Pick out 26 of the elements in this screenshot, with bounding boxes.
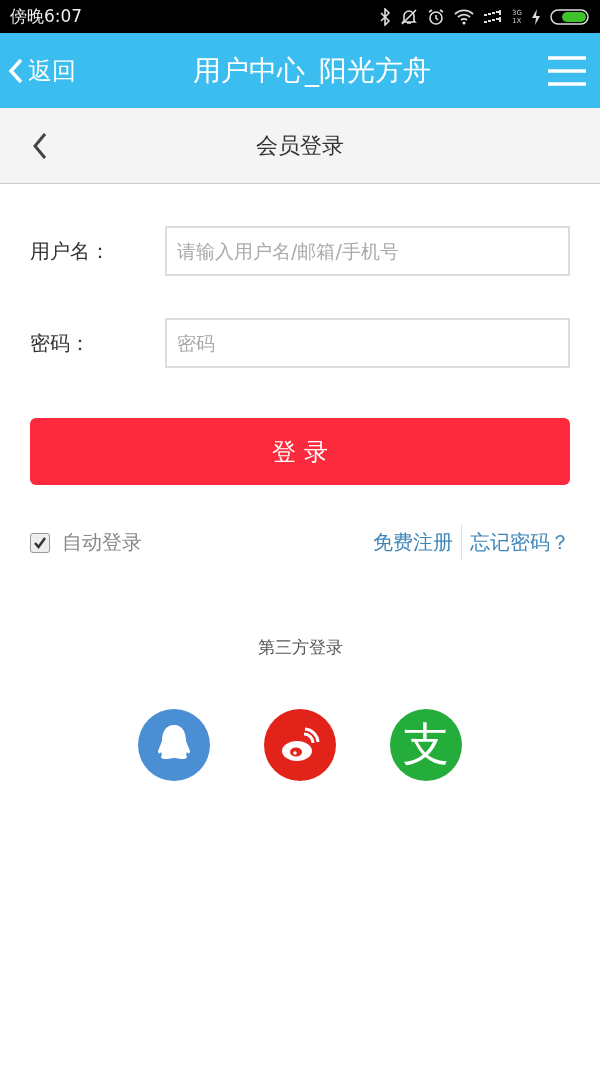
signal-icon: [483, 8, 504, 25]
back-icon[interactable]: [32, 131, 48, 160]
field-label: 密码：: [30, 329, 91, 357]
section-title: 第三方登录: [256, 636, 344, 659]
wifi-icon: [454, 8, 475, 25]
checkbox[interactable]: [30, 532, 50, 553]
input-field[interactable]: 密码: [165, 318, 570, 368]
checkbox-label: 自动登录: [62, 529, 142, 556]
page-title: 会员登录: [255, 131, 345, 160]
field-label: 用户名：: [30, 237, 111, 265]
charging-icon: [531, 8, 541, 25]
chevron-icon: [8, 56, 24, 85]
link[interactable]: 忘记密码？: [461, 525, 570, 560]
penguin-icon[interactable]: [138, 709, 210, 781]
alipay-button[interactable]: 支: [390, 709, 462, 781]
login-button[interactable]: 登 录: [30, 418, 570, 485]
back-button[interactable]: 返回: [8, 54, 76, 87]
status-time: 傍晚6:07: [10, 5, 83, 28]
eye-swirl-icon[interactable]: [264, 709, 336, 781]
muted-bell-icon: [400, 7, 419, 26]
battery-icon: [550, 7, 590, 26]
input-field[interactable]: 请输入用户名/邮箱/手机号: [165, 226, 570, 276]
app-title: 用户中心_阳光方舟: [192, 52, 432, 89]
alarm-icon: [427, 7, 446, 26]
bluetooth-icon: [379, 7, 392, 26]
link[interactable]: 免费注册: [365, 525, 453, 560]
